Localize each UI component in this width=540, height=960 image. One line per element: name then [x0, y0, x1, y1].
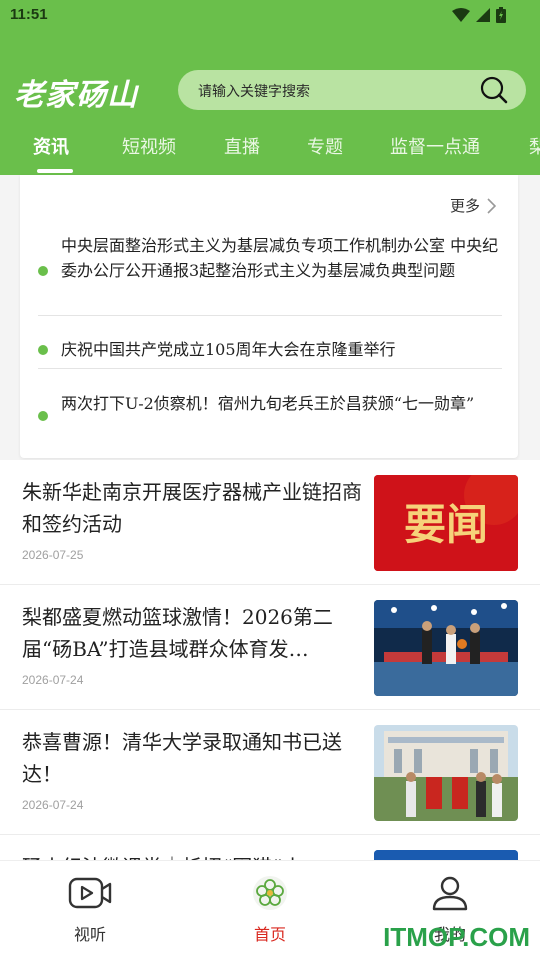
thumbnail-graphic: 砀山 [374, 850, 518, 860]
headline-item[interactable]: 两次打下U-2侦察机！宿州九旬老兵王於昌获颁“七一勋章” [38, 391, 502, 443]
news-title[interactable]: 砀山纪法微课堂｜析招“围猎”小… [22, 851, 362, 860]
home-flower-icon[interactable] [250, 875, 290, 911]
more-link[interactable]: 更多 [450, 195, 496, 216]
search-bar[interactable]: 请输入关键字搜索 [178, 70, 526, 110]
news-date: 2026-07-24 [22, 673, 84, 687]
news-date: 2026-07-24 [22, 798, 84, 812]
award-photo [374, 725, 518, 821]
signal-icon [476, 8, 490, 22]
nav-home[interactable]: 首页 [210, 875, 330, 945]
news-title[interactable]: 梨都盛夏燃动篮球激情！2026第二届“砀BA”打造县域群众体育发… [22, 601, 362, 665]
user-icon[interactable] [430, 875, 470, 911]
news-title[interactable]: 朱新华赴南京开展医疗器械产业链招商和签约活动 [22, 476, 362, 540]
nav-media[interactable]: 视听 [30, 875, 150, 945]
chevron-right-icon [487, 197, 496, 214]
status-time: 11:51 [10, 6, 48, 23]
app-header: 11:51 老家砀山 请输入关键字搜索 资讯 短视频 直播 专题 监督一点通 梨 [0, 0, 540, 175]
video-icon[interactable] [68, 875, 112, 911]
more-label: 更多 [449, 197, 480, 215]
news-item[interactable]: 恭喜曹源！清华大学录取通知书已送达！ 2026-07-24 [0, 710, 540, 835]
news-thumbnail[interactable] [374, 725, 518, 821]
tab-news[interactable]: 资讯 [33, 133, 69, 159]
tab-pear[interactable]: 梨 [529, 133, 540, 159]
headline-text[interactable]: 庆祝中国共产党成立105周年大会在京隆重举行 [61, 337, 501, 362]
headline-card: 更多 中央层面整治形式主义为基层减负专项工作机制办公室 中央纪委办公厅公开通报3… [20, 175, 518, 458]
thumbnail-title: 要闻 [404, 500, 488, 549]
tab-indicator [37, 169, 73, 173]
status-icons [452, 7, 506, 23]
news-item[interactable]: 梨都盛夏燃动篮球激情！2026第二届“砀BA”打造县域群众体育发… 2026-0… [0, 585, 540, 710]
news-thumbnail[interactable] [374, 600, 518, 696]
search-placeholder[interactable]: 请输入关键字搜索 [198, 81, 310, 101]
app-logo: 老家砀山 [14, 78, 138, 113]
bullet-dot-icon [38, 345, 48, 355]
tab-topics[interactable]: 专题 [307, 133, 343, 159]
tab-supervision[interactable]: 监督一点通 [390, 133, 480, 159]
category-tabs: 资讯 短视频 直播 专题 监督一点通 梨 [0, 125, 540, 175]
bullet-dot-icon [38, 411, 48, 421]
news-item[interactable]: 朱新华赴南京开展医疗器械产业链招商和签约活动 2026-07-25 要闻 [0, 460, 540, 585]
battery-icon [496, 7, 506, 23]
bullet-dot-icon [38, 266, 48, 276]
tab-short-video[interactable]: 短视频 [122, 133, 176, 159]
basketball-photo [374, 600, 518, 696]
news-title[interactable]: 恭喜曹源！清华大学录取通知书已送达！ [22, 726, 362, 790]
news-date: 2026-07-25 [22, 548, 84, 562]
news-thumbnail[interactable]: 砀山 [374, 850, 518, 860]
headline-text[interactable]: 中央层面整治形式主义为基层减负专项工作机制办公室 中央纪委办公厅公开通报3起整治… [61, 233, 501, 283]
headline-item[interactable]: 庆祝中国共产党成立105周年大会在京隆重举行 [38, 337, 502, 365]
search-icon[interactable] [480, 76, 508, 104]
news-list: 朱新华赴南京开展医疗器械产业链招商和签约活动 2026-07-25 要闻 梨都盛… [0, 460, 540, 860]
wifi-icon [452, 8, 470, 22]
tab-live[interactable]: 直播 [224, 133, 260, 159]
watermark-text: ITMOP.COM [383, 922, 530, 952]
nav-label[interactable]: 视听 [30, 921, 150, 945]
news-item[interactable]: 砀山纪法微课堂｜析招“围猎”小… 砀山 [0, 835, 540, 860]
headline-text[interactable]: 两次打下U-2侦察机！宿州九旬老兵王於昌获颁“七一勋章” [61, 391, 501, 416]
headline-item[interactable]: 中央层面整治形式主义为基层减负专项工作机制办公室 中央纪委办公厅公开通报3起整治… [38, 233, 502, 309]
nav-label[interactable]: 首页 [210, 921, 330, 945]
divider [38, 315, 502, 316]
divider [38, 368, 502, 369]
news-thumbnail[interactable]: 要闻 [374, 475, 518, 571]
thumbnail-graphic: 要闻 [374, 475, 518, 571]
status-bar: 11:51 [0, 0, 540, 30]
